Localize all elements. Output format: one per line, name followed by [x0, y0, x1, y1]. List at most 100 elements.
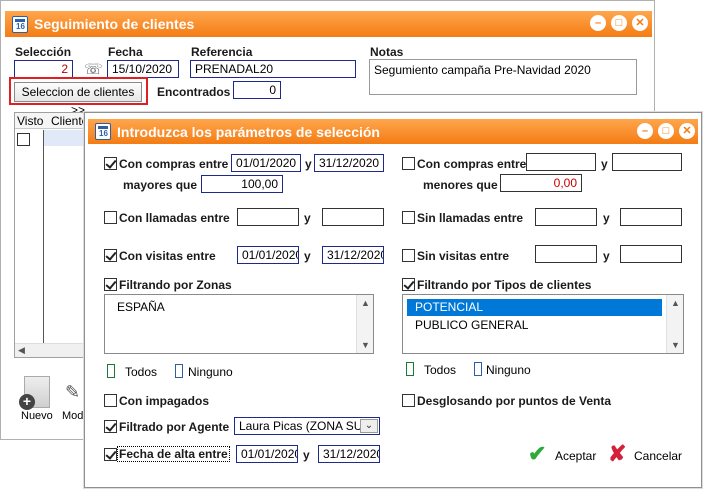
seleccion-clientes-button[interactable]: Seleccion de clientes >> — [14, 82, 142, 117]
zonas-ninguno-button[interactable]: Ninguno — [175, 364, 235, 380]
compras-label: Con compras entre — [119, 157, 229, 171]
zonas-label: Filtrando por Zonas — [119, 278, 232, 292]
compras2-checkbox[interactable] — [402, 157, 415, 170]
cancel-x-icon: ✘ — [608, 441, 627, 466]
sin-visitas-label: Sin visitas entre — [417, 249, 510, 263]
scroll-down-icon[interactable]: ▼ — [671, 340, 680, 350]
tipos-listbox[interactable]: POTENCIAL PUBLICO GENERAL ▲ ▼ — [402, 294, 684, 354]
seleccion-field[interactable]: 2 — [14, 60, 73, 78]
sin-llamadas-to-field[interactable] — [620, 208, 682, 226]
visto-checkbox[interactable] — [17, 133, 30, 146]
fecha-alta-checkbox[interactable] — [104, 448, 117, 461]
impagados-label: Con impagados — [119, 394, 210, 408]
mayores-field[interactable]: 100,00 — [201, 175, 283, 193]
maximize-icon[interactable]: □ — [611, 15, 627, 31]
dialog-close-icon[interactable]: ✕ — [679, 123, 695, 139]
notas-textarea[interactable]: Segumiento campaña Pre-Navidad 2020 — [369, 59, 637, 95]
agente-checkbox[interactable] — [104, 420, 117, 433]
seleccion-label: Selección — [15, 45, 72, 59]
compras2-from-field[interactable] — [526, 153, 596, 171]
cancelar-label: Cancelar — [634, 449, 683, 463]
zonas-checkbox[interactable] — [104, 278, 117, 291]
zonas-todos-button[interactable]: Todos — [107, 364, 157, 380]
tipos-todos-label: Todos — [424, 363, 457, 377]
col-cliente-header[interactable]: Cliente — [51, 114, 88, 128]
scroll-up-icon[interactable]: ▲ — [671, 298, 680, 308]
cancelar-button[interactable]: ✘ Cancelar — [608, 441, 684, 467]
visitas-y-label: y — [304, 249, 311, 263]
scroll-up-icon[interactable]: ▲ — [361, 298, 370, 308]
compras-to-field[interactable]: 31/12/2020 — [314, 154, 384, 172]
tipo-item-selected[interactable]: POTENCIAL — [407, 299, 662, 316]
mayores-label: mayores que — [123, 178, 198, 192]
aceptar-label: Aceptar — [555, 449, 597, 463]
sin-visitas-to-field[interactable] — [620, 245, 682, 263]
fecha-alta-to-field[interactable]: 31/12/2020 — [318, 445, 380, 463]
desglosando-label: Desglosando por puntos de Venta — [417, 394, 612, 408]
checkmark-icon: ✔ — [528, 441, 547, 466]
close-icon[interactable]: ✕ — [632, 15, 648, 31]
visitas-from-field[interactable]: 01/01/2020 — [237, 246, 299, 264]
tipos-ninguno-button[interactable]: Ninguno — [474, 362, 534, 378]
llamadas-label: Con llamadas entre — [119, 211, 230, 225]
tipos-todos-button[interactable]: Todos — [406, 362, 456, 378]
compras2-label: Con compras entre — [417, 157, 527, 171]
sin-visitas-checkbox[interactable] — [402, 249, 415, 262]
visitas-checkbox[interactable] — [104, 249, 117, 262]
nuevo-button[interactable]: + Nuevo — [18, 374, 56, 424]
tipos-scrollbar[interactable]: ▲ ▼ — [666, 295, 683, 353]
tipos-label: Filtrando por Tipos de clientes — [417, 278, 592, 292]
dialog-calendar-icon — [95, 123, 111, 140]
notas-label: Notas — [370, 45, 404, 59]
fecha-alta-from-field[interactable]: 01/01/2020 — [236, 445, 298, 463]
scroll-down-icon[interactable]: ▼ — [361, 340, 370, 350]
col-visto-header[interactable]: Visto — [17, 114, 43, 128]
sin-visitas-y-label: y — [603, 249, 610, 263]
tipos-ninguno-label: Ninguno — [486, 363, 531, 377]
zonas-scrollbar[interactable]: ▲ ▼ — [356, 295, 373, 353]
check-all-icon — [406, 362, 414, 376]
encontrados-label: Encontrados — [157, 85, 231, 99]
agente-select[interactable]: Laura Picas (ZONA SUR) ⌄ — [234, 417, 380, 435]
aceptar-button[interactable]: ✔ Aceptar — [528, 441, 598, 467]
dialog-maximize-icon[interactable]: □ — [658, 123, 674, 139]
phone-icon[interactable]: ☏ — [84, 60, 103, 78]
minimize-icon[interactable]: – — [590, 15, 606, 31]
fecha-label: Fecha — [108, 45, 143, 59]
referencia-field[interactable]: PRENADAL20 — [190, 60, 356, 78]
compras2-y-label: y — [601, 157, 608, 171]
chevron-down-icon[interactable]: ⌄ — [360, 419, 378, 433]
compras-from-field[interactable]: 01/01/2020 — [231, 154, 301, 172]
encontrados-field[interactable]: 0 — [233, 81, 281, 99]
uncheck-all-icon — [474, 362, 482, 376]
tipo-item[interactable]: PUBLICO GENERAL — [407, 317, 662, 334]
dialog-minimize-icon[interactable]: – — [637, 123, 653, 139]
zonas-ninguno-label: Ninguno — [188, 365, 233, 379]
desglosando-checkbox[interactable] — [402, 394, 415, 407]
dialog-titlebar: Introduzca los parámetros de selección –… — [88, 119, 698, 144]
notas-text: Segumiento campaña Pre-Navidad 2020 — [374, 63, 591, 77]
pencil-icon: ✎ — [65, 382, 81, 402]
agente-select-value: Laura Picas (ZONA SUR) — [239, 419, 376, 433]
main-titlebar: Seguimiento de clientes – □ ✕ — [5, 11, 652, 37]
zona-item[interactable]: ESPAÑA — [109, 299, 352, 316]
zonas-listbox[interactable]: ESPAÑA ▲ ▼ — [104, 294, 374, 354]
modificar-label: Modi — [62, 410, 86, 422]
sin-llamadas-checkbox[interactable] — [402, 211, 415, 224]
impagados-checkbox[interactable] — [104, 394, 117, 407]
compras-checkbox[interactable] — [104, 157, 117, 170]
dialog-title: Introduzca los parámetros de selección — [117, 123, 380, 140]
visitas-to-field[interactable]: 31/12/2020 — [322, 246, 384, 264]
scroll-left-icon[interactable]: ◀ — [18, 345, 25, 356]
compras2-to-field[interactable] — [612, 153, 682, 171]
fecha-field[interactable]: 15/10/2020 — [107, 60, 179, 78]
tipos-checkbox[interactable] — [402, 278, 415, 291]
llamadas-to-field[interactable] — [322, 208, 384, 226]
sin-visitas-from-field[interactable] — [535, 245, 597, 263]
llamadas-from-field[interactable] — [237, 208, 299, 226]
llamadas-checkbox[interactable] — [104, 211, 117, 224]
menores-field[interactable]: 0,00 — [500, 174, 582, 192]
sin-llamadas-from-field[interactable] — [535, 208, 597, 226]
plus-icon: + — [19, 394, 35, 410]
sin-llamadas-y-label: y — [603, 211, 610, 225]
